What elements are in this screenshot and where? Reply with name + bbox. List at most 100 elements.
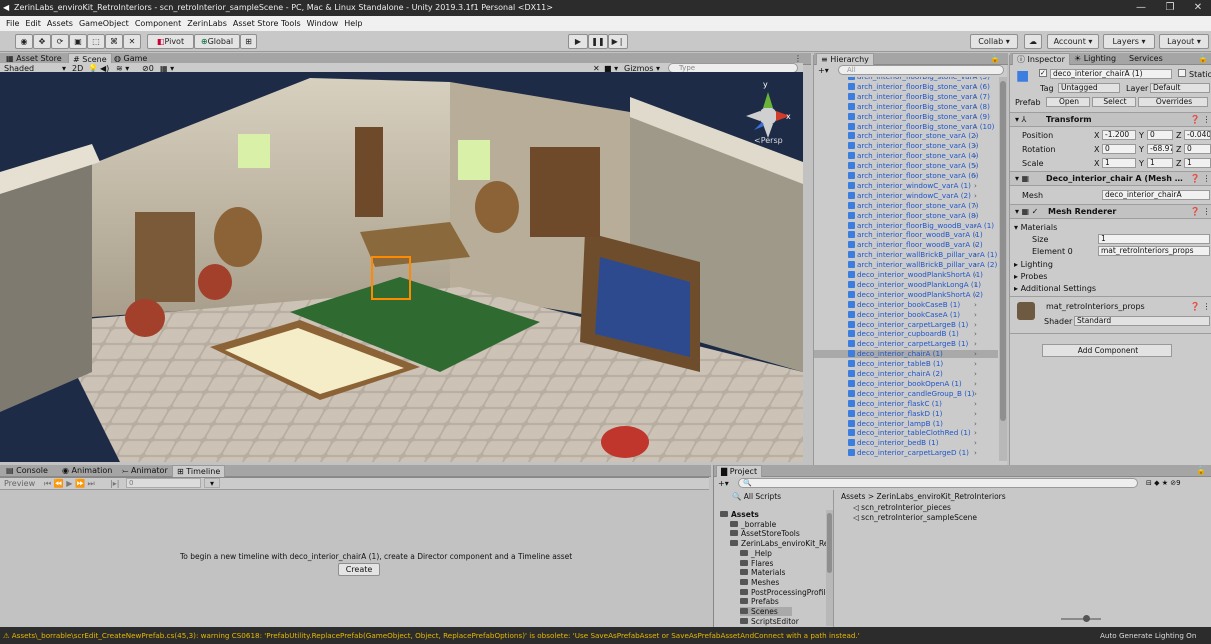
layout-dropdown[interactable]: Layout ▾	[1159, 34, 1209, 49]
tab-console[interactable]: ▤ Console	[2, 465, 52, 477]
tab-services[interactable]: Services	[1125, 53, 1167, 65]
step-button[interactable]: ▶❘	[608, 34, 628, 49]
mesh-filter-header[interactable]: ▾ ▦ Deco_interior_chair A (Mesh Filter) …	[1010, 171, 1211, 186]
pivot-toggle[interactable]: ◧Pivot	[147, 34, 194, 49]
project-folder-item[interactable]: ScriptsEditor	[740, 617, 799, 626]
expand-arrow-icon[interactable]: ›	[974, 112, 977, 121]
project-folder-item[interactable]: _Help	[740, 549, 772, 558]
mesh-renderer-menu-icon[interactable]: ❓ ⋮	[1190, 207, 1211, 216]
rect-tool-icon[interactable]: ⬚	[87, 34, 105, 49]
expand-arrow-icon[interactable]: ›	[974, 152, 977, 160]
shader-dropdown[interactable]: Standard	[1074, 316, 1210, 326]
hierarchy-item[interactable]: arch_interior_floor_stone_varA (7) ›	[814, 201, 998, 210]
hierarchy-item[interactable]: arch_interior_floor_stone_varA (4) ›	[814, 152, 998, 160]
expand-arrow-icon[interactable]: ›	[974, 261, 977, 269]
scene-view[interactable]: y x <Persp	[0, 72, 803, 462]
rotation-y-field[interactable]: -68.97	[1147, 144, 1173, 154]
snap-icon[interactable]: ⊞	[240, 34, 257, 49]
expand-arrow-icon[interactable]: ›	[974, 181, 977, 190]
component-menu-icon[interactable]: ❓ ⋮	[1190, 115, 1211, 124]
expand-arrow-icon[interactable]: ›	[974, 370, 977, 378]
project-folder-item[interactable]: Meshes	[740, 578, 779, 587]
element-0-field[interactable]: mat_retroInteriors_props	[1098, 246, 1210, 256]
mesh-filter-menu-icon[interactable]: ❓ ⋮	[1190, 174, 1211, 183]
menu-help[interactable]: Help	[344, 19, 362, 28]
projection-label[interactable]: <Persp	[754, 136, 783, 145]
preview-toggle[interactable]: Preview	[4, 479, 35, 488]
expand-arrow-icon[interactable]: ›	[974, 330, 977, 338]
expand-arrow-icon[interactable]: ›	[974, 439, 977, 447]
expand-arrow-icon[interactable]: ›	[974, 122, 977, 131]
tab-lighting[interactable]: ☀ Lighting	[1070, 53, 1120, 65]
project-tree-scroll-thumb[interactable]	[827, 513, 832, 573]
tag-dropdown[interactable]: Untagged	[1058, 83, 1120, 93]
project-folder-item[interactable]: AssetStoreTools	[730, 529, 800, 538]
cloud-icon[interactable]: ☁	[1024, 34, 1042, 49]
position-y-field[interactable]: 0	[1147, 130, 1173, 140]
project-search-input[interactable]: 🔍	[738, 478, 1138, 488]
menu-edit[interactable]: Edit	[25, 19, 41, 28]
hierarchy-item[interactable]: arch_interior_floorBig_stone_varA (10) ›	[814, 122, 998, 131]
hierarchy-scrollbar[interactable]	[999, 77, 1007, 461]
expand-arrow-icon[interactable]: ›	[974, 340, 977, 348]
hierarchy-item[interactable]: arch_interior_floorBig_stone_varA (7) ›	[814, 92, 998, 101]
layer-dropdown[interactable]: Default	[1150, 83, 1210, 93]
project-file-item[interactable]: ◁ scn_retroInterior_sampleScene	[853, 513, 977, 522]
hierarchy-item[interactable]: arch_interior_wallBrickB_pillar_varA (2)…	[814, 261, 998, 269]
menu-window[interactable]: Window	[307, 19, 339, 28]
expand-arrow-icon[interactable]: ›	[974, 201, 977, 210]
project-folder-item[interactable]: Prefabs	[740, 597, 779, 606]
tab-inspector[interactable]: ⓘ Inspector	[1012, 53, 1070, 65]
expand-arrow-icon[interactable]: ›	[974, 360, 977, 368]
scale-x-field[interactable]: 1	[1102, 158, 1136, 168]
hierarchy-item[interactable]: deco_interior_flaskC (1) ›	[814, 399, 998, 408]
expand-arrow-icon[interactable]: ›	[974, 409, 977, 418]
hierarchy-item[interactable]: arch_interior_floorBig_stone_varA (5)›	[814, 77, 998, 81]
menu-asset-store-tools[interactable]: Asset Store Tools	[233, 19, 301, 28]
expand-arrow-icon[interactable]: ›	[974, 429, 977, 437]
transform-header[interactable]: ▾ ⅄ Transform ❓ ⋮	[1010, 112, 1211, 127]
scale-y-field[interactable]: 1	[1147, 158, 1173, 168]
hierarchy-item[interactable]: deco_interior_lampB (1) ›	[814, 419, 998, 428]
prefab-select-button[interactable]: Select	[1092, 97, 1136, 107]
move-tool-icon[interactable]: ✥	[33, 34, 51, 49]
active-checkbox[interactable]: ✓	[1039, 69, 1047, 77]
additional-settings-foldout[interactable]: ▸ Additional Settings	[1014, 284, 1096, 293]
hierarchy-item[interactable]: arch_interior_floor_woodB_varA (1) ›	[814, 231, 998, 239]
expand-arrow-icon[interactable]: ›	[974, 399, 977, 408]
expand-arrow-icon[interactable]: ›	[974, 231, 977, 239]
close-icon[interactable]: ✕	[1183, 0, 1211, 16]
hierarchy-item[interactable]: arch_interior_wallBrickB_pillar_varA (1)…	[814, 251, 998, 259]
frame-field[interactable]: 0	[126, 478, 201, 488]
position-z-field[interactable]: -0.040	[1184, 130, 1211, 140]
hierarchy-item[interactable]: deco_interior_woodPlankShortA (1) ›	[814, 271, 998, 279]
materials-foldout[interactable]: ▾ Materials	[1014, 223, 1057, 232]
create-button[interactable]: +▾	[818, 66, 829, 75]
hierarchy-item[interactable]: arch_interior_floorBig_stone_varA (8) ›	[814, 102, 998, 111]
collab-dropdown[interactable]: Collab ▾	[970, 34, 1018, 49]
expand-arrow-icon[interactable]: ›	[974, 142, 977, 150]
layers-dropdown[interactable]: Layers ▾	[1103, 34, 1155, 49]
hierarchy-item[interactable]: deco_interior_carpetLargeB (1) ›	[814, 320, 998, 329]
project-folder-item[interactable]: PostProcessingProfile	[740, 588, 830, 597]
expand-arrow-icon[interactable]: ›	[974, 280, 977, 289]
tab-animator[interactable]: ⤚ Animator	[118, 465, 172, 477]
expand-arrow-icon[interactable]: ›	[974, 132, 977, 140]
tab-project[interactable]: ▇ Project	[716, 465, 763, 477]
expand-arrow-icon[interactable]: ›	[974, 320, 977, 329]
play-button[interactable]: ▶	[568, 34, 588, 49]
hierarchy-item[interactable]: deco_interior_tableClothRed (1) ›	[814, 429, 998, 437]
expand-arrow-icon[interactable]: ›	[974, 191, 977, 200]
hierarchy-item[interactable]: arch_interior_floor_woodB_varA (2) ›	[814, 241, 998, 249]
hierarchy-item[interactable]: deco_interior_carpetLargeD (1) ›	[814, 449, 998, 457]
rotation-z-field[interactable]: 0	[1184, 144, 1211, 154]
hierarchy-item[interactable]: arch_interior_floorBig_stone_varA (6) ›	[814, 82, 998, 91]
mesh-field[interactable]: deco_interior_chairA	[1102, 190, 1210, 200]
hierarchy-item[interactable]: deco_interior_chairA (1) ›	[814, 350, 998, 359]
hierarchy-item[interactable]: deco_interior_tableB (1) ›	[814, 360, 998, 368]
menu-zerinlabs[interactable]: ZerinLabs	[187, 19, 227, 28]
prefab-open-button[interactable]: Open	[1046, 97, 1090, 107]
material-menu-icon[interactable]: ❓ ⋮	[1190, 302, 1211, 311]
expand-arrow-icon[interactable]: ›	[974, 449, 977, 457]
expand-arrow-icon[interactable]: ›	[974, 290, 977, 299]
